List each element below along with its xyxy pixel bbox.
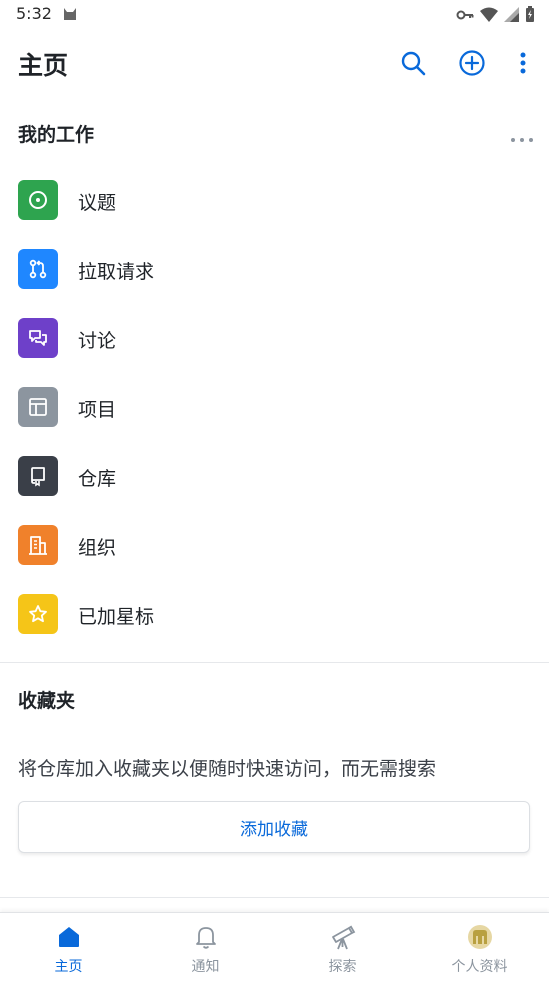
repository-icon	[18, 456, 58, 496]
work-item-projects[interactable]: 项目	[0, 373, 549, 442]
work-item-pull-requests[interactable]: 拉取请求	[0, 235, 549, 304]
avatar	[466, 923, 494, 951]
nav-tab-explore[interactable]: 探索	[274, 913, 411, 981]
vpn-key-icon	[456, 7, 474, 26]
work-item-label: 项目	[78, 399, 117, 421]
telescope-icon	[329, 923, 357, 951]
my-work-more-button[interactable]	[510, 128, 534, 147]
page-title: 主页	[18, 51, 69, 80]
add-favorite-button[interactable]: 添加收藏	[18, 801, 530, 853]
star-icon	[18, 594, 58, 634]
wifi-icon	[480, 7, 498, 26]
favorites-description: 将仓库加入收藏夹以便随时快速访问，而无需搜索	[18, 758, 437, 780]
work-item-organizations[interactable]: 组织	[0, 511, 549, 580]
nav-tab-home[interactable]: 主页	[0, 913, 137, 981]
work-item-label: 已加星标	[78, 606, 155, 628]
nav-label: 通知	[191, 959, 220, 975]
create-button[interactable]	[456, 47, 488, 79]
nav-tab-profile[interactable]: 个人资料	[411, 913, 548, 981]
work-item-issues[interactable]: 议题	[0, 166, 549, 235]
status-bar: 5:32	[0, 0, 549, 30]
work-item-starred[interactable]: 已加星标	[0, 580, 549, 649]
signal-icon	[504, 6, 519, 26]
kebab-menu-icon	[520, 52, 526, 74]
bottom-navigation: 主页 通知 探索 个人资料	[0, 912, 549, 981]
search-button[interactable]	[397, 47, 429, 79]
nav-label: 探索	[328, 959, 357, 975]
status-time: 5:32	[16, 4, 52, 23]
ellipsis-icon	[511, 138, 533, 142]
discussion-icon	[18, 318, 58, 358]
favorites-header: 收藏夹	[18, 690, 76, 712]
pull-request-icon	[18, 249, 58, 289]
work-item-label: 组织	[78, 537, 117, 559]
search-icon	[401, 51, 426, 76]
home-icon	[55, 923, 83, 951]
add-favorite-label: 添加收藏	[240, 819, 308, 840]
battery-icon	[525, 6, 535, 26]
section-divider	[0, 897, 549, 898]
work-item-label: 讨论	[78, 330, 117, 352]
my-work-header: 我的工作	[18, 124, 95, 146]
plus-circle-icon	[459, 50, 485, 76]
work-item-label: 拉取请求	[78, 261, 155, 283]
organization-icon	[18, 525, 58, 565]
status-icons	[456, 6, 535, 26]
section-divider	[0, 662, 549, 663]
nav-label: 主页	[54, 959, 83, 975]
work-item-label: 议题	[78, 192, 117, 214]
bell-icon	[192, 923, 220, 951]
overflow-menu-button[interactable]	[507, 47, 539, 79]
issue-icon	[18, 180, 58, 220]
cat-app-icon	[62, 6, 78, 26]
work-item-repositories[interactable]: 仓库	[0, 442, 549, 511]
app-bar: 主页	[0, 30, 549, 96]
work-item-discussions[interactable]: 讨论	[0, 304, 549, 373]
work-item-label: 仓库	[78, 468, 117, 490]
project-icon	[18, 387, 58, 427]
nav-tab-notifications[interactable]: 通知	[137, 913, 274, 981]
nav-label: 个人资料	[451, 959, 508, 975]
